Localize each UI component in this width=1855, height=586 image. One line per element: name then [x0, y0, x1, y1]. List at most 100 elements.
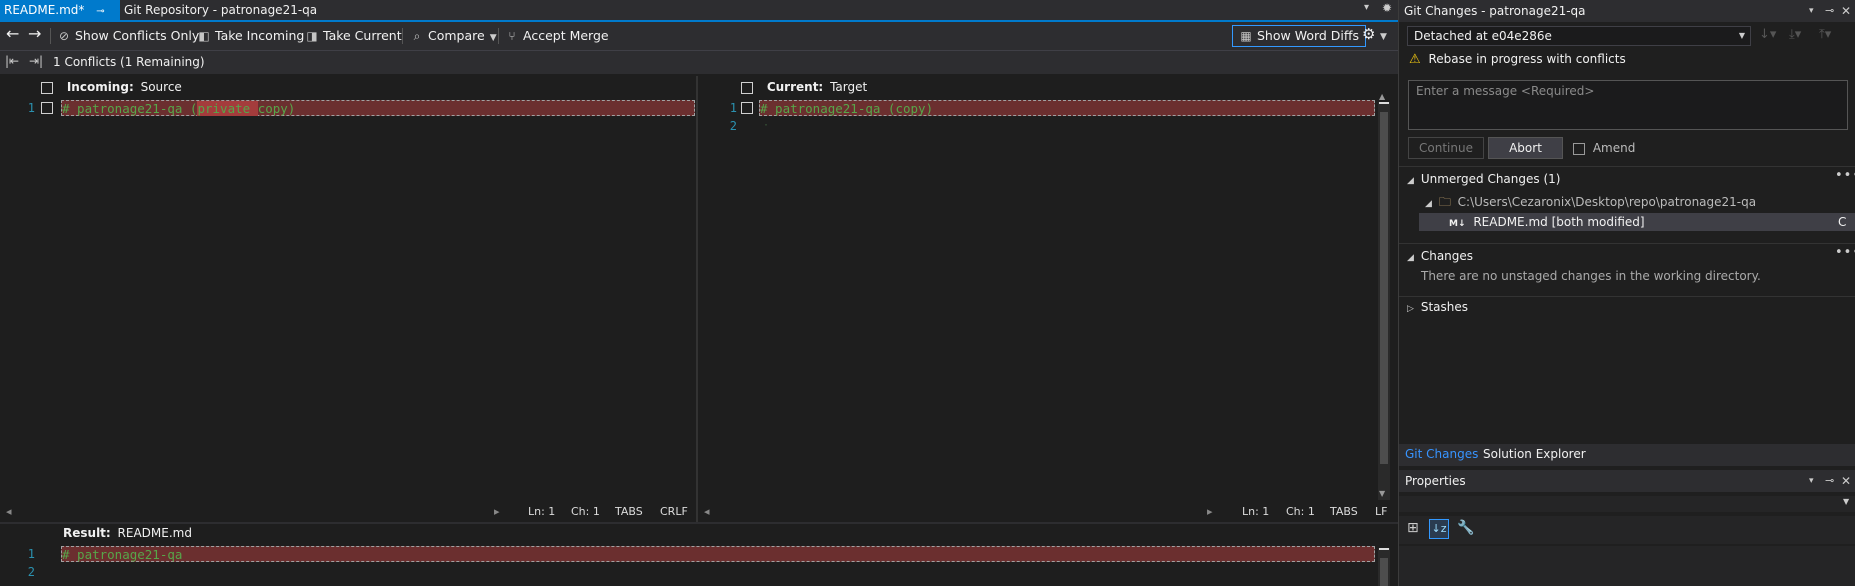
pull-icon[interactable]: ⤓▾ — [1789, 27, 1801, 42]
scroll-right-icon-2[interactable]: ▸ — [1207, 503, 1213, 521]
result-splitter[interactable] — [0, 522, 1398, 524]
pane-splitter[interactable] — [696, 76, 698, 522]
unmerged-folder-item[interactable]: ◢ 🗀 C:\Users\Cezaronix\Desktop\repo\patr… — [1425, 193, 1756, 211]
last-conflict-icon[interactable]: ⇥| — [29, 54, 43, 68]
current-name: Target — [830, 80, 868, 94]
scroll-right-icon[interactable]: ▸ — [494, 503, 500, 521]
incoming-line-checkbox[interactable] — [41, 102, 53, 114]
scroll-left-icon-2[interactable]: ◂ — [704, 503, 710, 521]
warning-icon: ⚠ — [1409, 52, 1421, 67]
collapsed-triangle-icon: ▷ — [1407, 304, 1414, 314]
tool-tabs: Git Changes Solution Explorer — [1399, 444, 1855, 466]
tab-git-repository-label: Git Repository - patronage21-qa — [124, 3, 318, 17]
conflicts-count: 1 Conflicts (1 Remaining) — [53, 55, 205, 69]
changes-header[interactable]: ◢ Changes — [1407, 247, 1473, 265]
result-name: README.md — [117, 526, 192, 540]
tab-solution-explorer[interactable]: Solution Explorer — [1483, 447, 1586, 461]
properties-pin-icon[interactable]: ⊸ — [1825, 470, 1834, 492]
options-gear-icon[interactable]: ⚙ — [1362, 24, 1375, 44]
chevron-down-icon: ▼ — [1843, 497, 1850, 506]
compare-dropdown[interactable]: ⌕ Compare ▼ — [410, 26, 497, 46]
chevron-down-icon: ▼ — [1738, 31, 1745, 40]
incoming-select-all-checkbox[interactable] — [41, 81, 53, 94]
merge-toolbar: ← → ⊘ Show Conflicts Only ◧ Take Incoming … — [0, 22, 1398, 50]
incoming-status-bar: ◂ ▸ Ln: 1 Ch: 1 TABS CRLF — [0, 503, 695, 521]
tab-git-changes[interactable]: Git Changes — [1405, 447, 1478, 461]
back-arrow-icon[interactable]: ← — [6, 24, 19, 44]
commit-message-input[interactable]: Enter a message <Required> — [1408, 80, 1848, 130]
unmerged-changes-header[interactable]: ◢ Unmerged Changes (1) — [1407, 170, 1560, 188]
properties-dropdown-icon[interactable]: ▾ — [1809, 470, 1814, 492]
incoming-line-number: 1 — [27, 101, 35, 115]
rebase-warning: ⚠ Rebase in progress with conflicts — [1409, 52, 1626, 67]
merge-editor: README.md* ⊸ ✕ Git Repository - patronag… — [0, 0, 1398, 586]
accept-merge-button[interactable]: ⑂ Accept Merge — [505, 26, 608, 46]
property-pages-wrench-icon[interactable]: 🔧 — [1457, 520, 1474, 536]
categorized-icon[interactable]: ⊞ — [1407, 520, 1419, 536]
fetch-icon[interactable]: ↓▾ — [1759, 27, 1776, 42]
current-vertical-scrollbar[interactable] — [1378, 102, 1390, 500]
tab-dropdown-icon[interactable]: ▾ — [1364, 2, 1369, 13]
conflict-nav-bar: |⇤ ⇥| 1 Conflicts (1 Remaining) — [0, 50, 1398, 74]
current-header: Current: Target — [741, 78, 867, 96]
show-word-diffs-toggle[interactable]: ▦ Show Word Diffs — [1232, 25, 1367, 47]
amend-checkbox[interactable] — [1573, 142, 1585, 155]
more-options-icon-2[interactable]: ••• — [1835, 245, 1855, 260]
expanded-triangle-icon: ◢ — [1407, 176, 1414, 186]
word-diff-highlight: private — [197, 101, 258, 116]
properties-close-icon[interactable]: ✕ — [1841, 470, 1851, 492]
alphabetical-sort-icon[interactable]: ↓z — [1429, 519, 1449, 539]
branch-dropdown[interactable]: Detached at e04e286e ▼ — [1407, 26, 1751, 46]
unmerged-file-item[interactable]: M↓ README.md [both modified] C — [1419, 213, 1855, 231]
current-line-checkbox[interactable] — [741, 102, 753, 114]
markdown-file-icon: M↓ — [1449, 219, 1466, 229]
result-header: Result: README.md — [63, 526, 192, 540]
push-icon[interactable]: ⤒▾ — [1819, 27, 1831, 42]
tab-git-repository[interactable]: Git Repository - patronage21-qa — [120, 0, 321, 20]
abort-button[interactable]: Abort — [1488, 137, 1563, 159]
scroll-up-icon[interactable]: ▲ — [1379, 92, 1385, 101]
result-conflict-line[interactable]: # patronage21-qa — [61, 546, 1375, 562]
take-current-icon: ◨ — [306, 29, 318, 43]
window-dropdown-icon[interactable]: ▾ — [1809, 0, 1814, 22]
first-conflict-icon[interactable]: |⇤ — [5, 54, 19, 68]
word-diff-icon: ▦ — [1240, 29, 1252, 43]
current-status-bar: ◂ ▸ Ln: 1 Ch: 1 TABS LF — [700, 503, 1398, 521]
continue-button[interactable]: Continue — [1408, 137, 1484, 159]
incoming-header: Incoming: Source — [41, 78, 182, 96]
options-chevron-icon[interactable]: ▼ — [1380, 27, 1387, 47]
scroll-down-icon[interactable]: ▼ — [1379, 489, 1385, 498]
scroll-left-icon[interactable]: ◂ — [6, 503, 12, 521]
stashes-header[interactable]: ▷ Stashes — [1407, 298, 1468, 316]
take-incoming-button[interactable]: ◧ Take Incoming — [197, 26, 304, 46]
pin-window-icon[interactable]: ⊸ — [1825, 0, 1834, 22]
document-tab-bar: README.md* ⊸ ✕ Git Repository - patronag… — [0, 0, 1398, 39]
result-line-number: 1 — [27, 547, 35, 561]
properties-grid — [1399, 546, 1855, 586]
forward-arrow-icon[interactable]: → — [28, 24, 41, 44]
amend-option[interactable]: Amend — [1573, 140, 1635, 156]
current-conflict-line[interactable]: # patronage21-qa (copy) — [759, 100, 1375, 116]
properties-toolbar: ⊞ ↓z 🔧 — [1399, 516, 1855, 544]
take-incoming-icon: ◧ — [198, 29, 210, 43]
close-window-icon[interactable]: ✕ — [1841, 0, 1851, 22]
result-vertical-scrollbar[interactable] — [1378, 548, 1390, 586]
take-current-button[interactable]: ◨ Take Current — [305, 26, 401, 46]
git-changes-title-bar: Git Changes - patronage21-qa ▾ ⊸ ✕ — [1399, 0, 1855, 22]
properties-title: Properties — [1405, 474, 1466, 488]
tab-readme[interactable]: README.md* ⊸ ✕ — [0, 0, 120, 39]
branch-merge-icon: ⑂ — [508, 29, 516, 43]
show-conflicts-only-button[interactable]: ⊘ Show Conflicts Only — [57, 26, 199, 46]
current-line-number: 1 — [729, 101, 737, 115]
incoming-conflict-line[interactable]: # patronage21-qa (private copy) — [61, 100, 695, 116]
empty-line-marker: · — [763, 120, 770, 131]
pin-icon[interactable]: ⊸ — [96, 6, 104, 17]
expanded-triangle-icon: ◢ — [1425, 199, 1432, 209]
chevron-down-icon: ▼ — [489, 33, 497, 43]
current-line-number-2: 2 — [729, 119, 737, 133]
incoming-name: Source — [140, 80, 182, 94]
properties-object-selector[interactable]: ▼ — [1399, 496, 1855, 512]
current-select-all-checkbox[interactable] — [741, 81, 753, 94]
more-options-icon[interactable]: ••• — [1835, 168, 1855, 183]
settings-gear-icon[interactable]: ✹ — [1382, 1, 1392, 15]
